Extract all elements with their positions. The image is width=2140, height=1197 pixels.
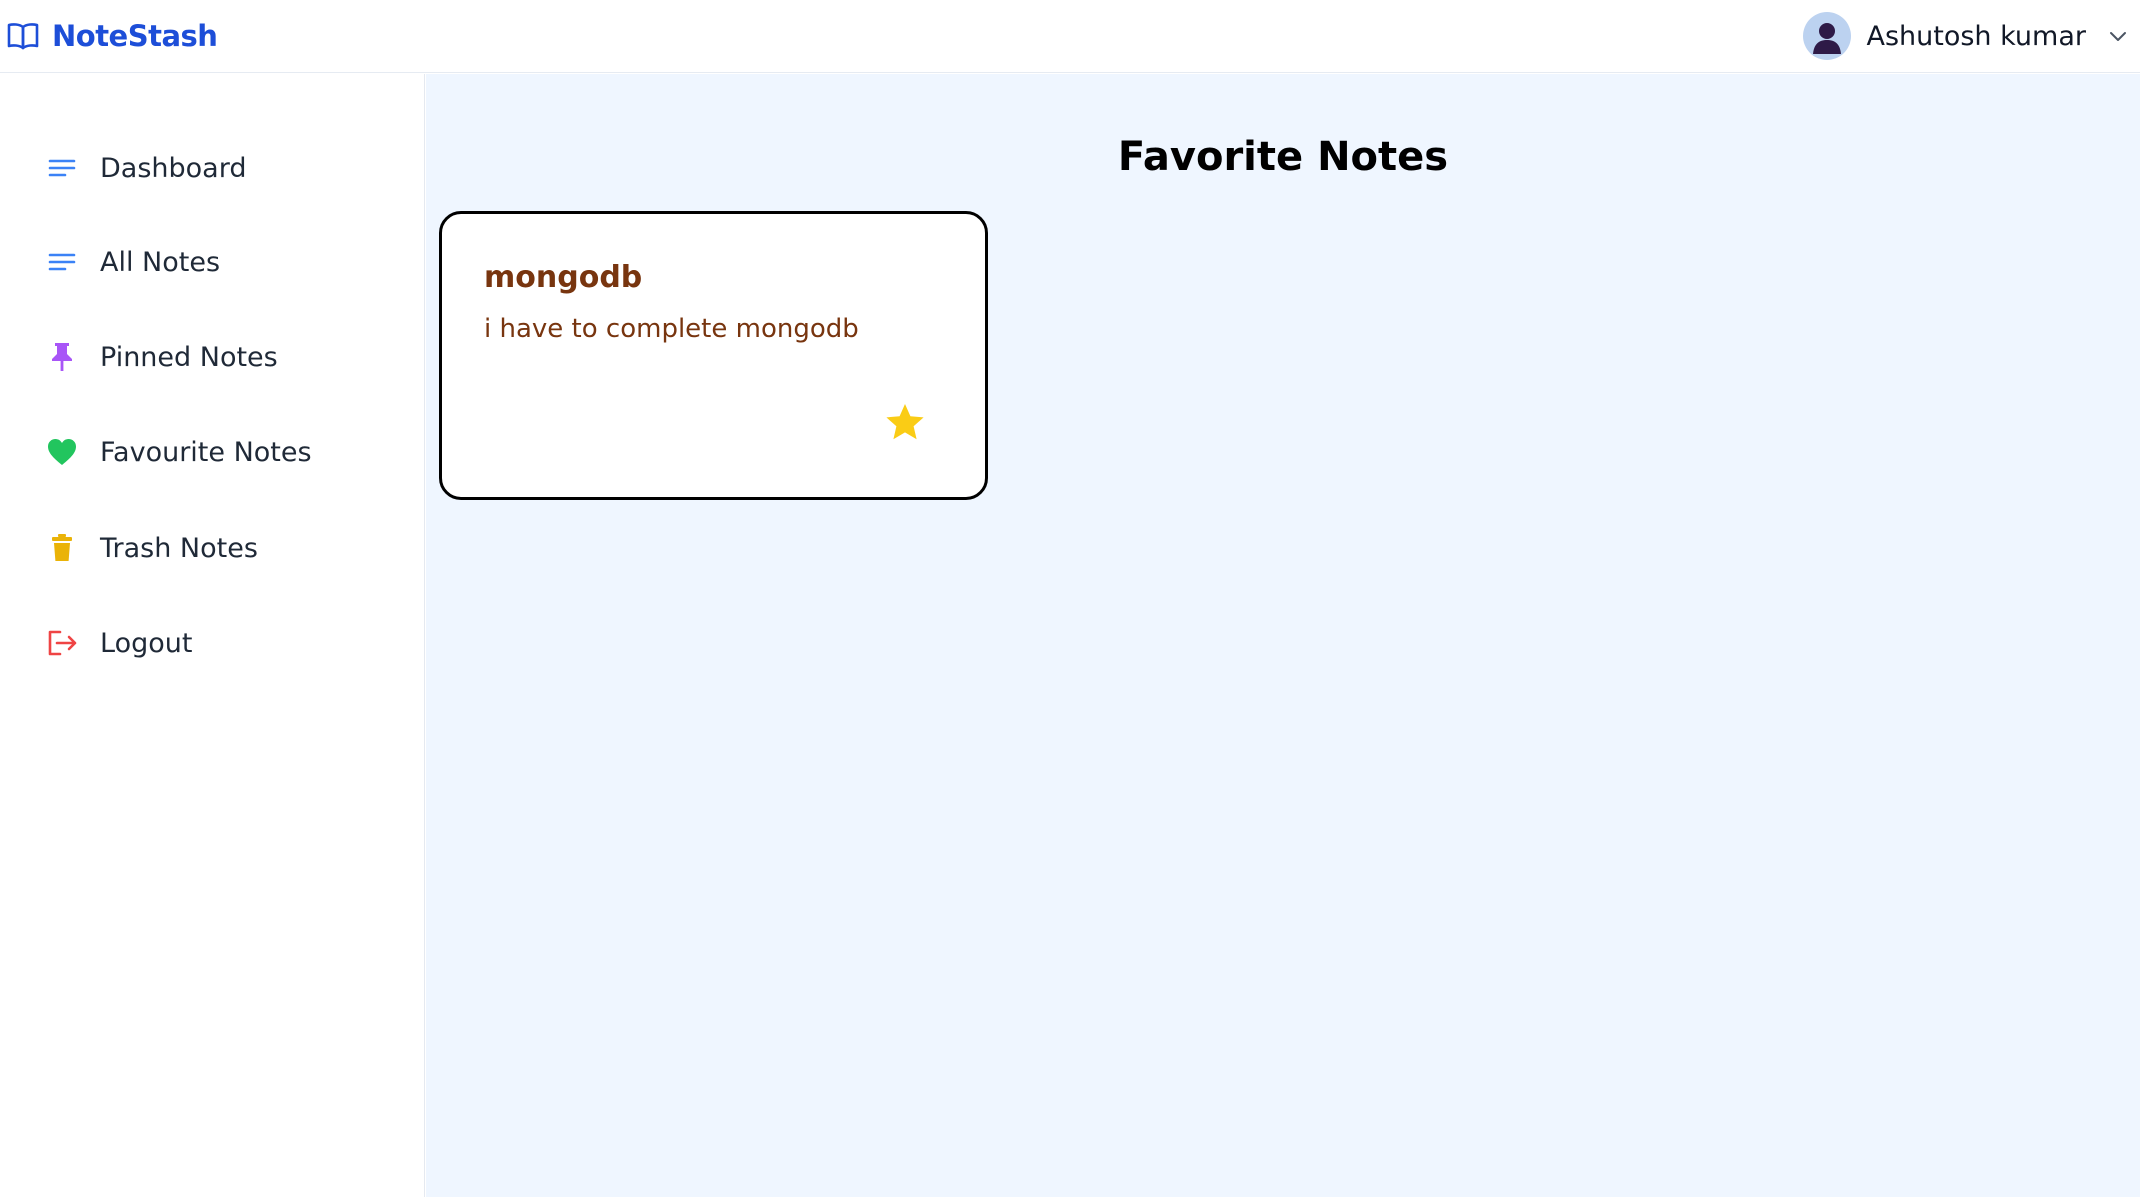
note-card[interactable]: mongodb i have to complete mongodb bbox=[439, 211, 988, 500]
heart-icon bbox=[44, 434, 80, 470]
user-name: Ashutosh kumar bbox=[1866, 20, 2087, 52]
sidebar-item-label: All Notes bbox=[100, 246, 221, 278]
page-title: Favorite Notes bbox=[1117, 134, 1449, 180]
main-content: Favorite Notes mongodb i have to complet… bbox=[426, 74, 2140, 1197]
note-content: i have to complete mongodb bbox=[484, 314, 859, 344]
avatar[interactable] bbox=[1802, 12, 1851, 60]
open-book-icon bbox=[7, 23, 39, 50]
sidebar-item-label: Dashboard bbox=[100, 152, 247, 184]
user-avatar-icon bbox=[1812, 23, 1841, 54]
sidebar-item-dashboard[interactable]: Dashboard bbox=[44, 143, 246, 193]
sidebar-item-trash-notes[interactable]: Trash Notes bbox=[44, 523, 258, 573]
sidebar-item-all-notes[interactable]: All Notes bbox=[44, 237, 220, 287]
sidebar: Dashboard All Notes Pinned Notes Favouri… bbox=[0, 74, 425, 1197]
note-title: mongodb bbox=[484, 260, 643, 295]
trash-icon bbox=[44, 530, 80, 566]
brand-name: NoteStash bbox=[52, 19, 218, 53]
logout-icon bbox=[44, 625, 80, 661]
sidebar-item-label: Favourite Notes bbox=[100, 436, 312, 468]
brand-logo[interactable]: NoteStash bbox=[6, 19, 218, 53]
top-navbar: NoteStash Ashutosh kumar bbox=[0, 0, 2140, 73]
chevron-down-icon[interactable] bbox=[2108, 29, 2128, 43]
sidebar-item-label: Trash Notes bbox=[100, 532, 258, 564]
sidebar-item-label: Pinned Notes bbox=[100, 341, 278, 373]
sidebar-item-label: Logout bbox=[100, 627, 193, 659]
pin-icon bbox=[44, 339, 80, 375]
user-menu[interactable]: Ashutosh kumar bbox=[1802, 12, 2129, 60]
sidebar-item-favourite-notes[interactable]: Favourite Notes bbox=[44, 427, 312, 477]
sidebar-item-logout[interactable]: Logout bbox=[44, 618, 192, 668]
star-icon[interactable] bbox=[884, 401, 926, 443]
sidebar-item-pinned-notes[interactable]: Pinned Notes bbox=[44, 332, 278, 382]
menu-lines-icon bbox=[44, 244, 80, 280]
menu-lines-icon bbox=[44, 150, 80, 186]
